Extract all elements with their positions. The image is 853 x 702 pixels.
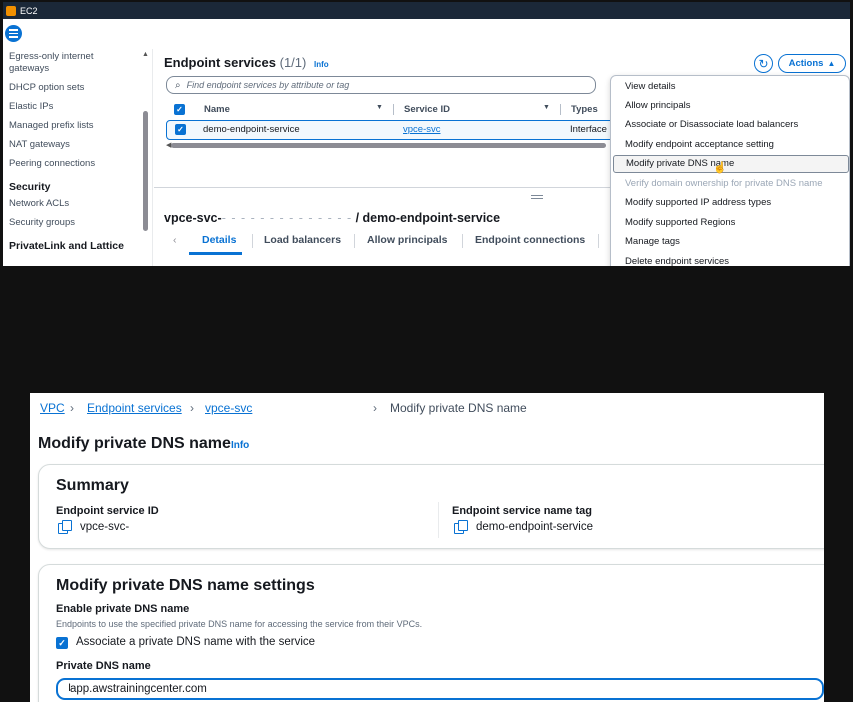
breadcrumb-endpoint-services[interactable]: Endpoint services xyxy=(87,401,182,415)
actions-label: Actions xyxy=(788,58,824,69)
enable-private-dns-description: Endpoints to use the specified private D… xyxy=(56,619,423,629)
menu-item-modify-private-dns-name[interactable]: Modify private DNS name xyxy=(613,155,849,173)
page-title: Modify private DNS nameInfo xyxy=(38,435,249,453)
table-row[interactable]: ✓ demo-endpoint-service vpce-svc Interfa… xyxy=(166,120,616,140)
info-link[interactable]: Info xyxy=(314,60,329,69)
endpoint-services-search-input[interactable]: ⌕ Find endpoint services by attribute or… xyxy=(166,76,596,94)
enable-private-dns-label: Enable private DNS name xyxy=(56,603,190,615)
scroll-up-arrow-icon[interactable]: ▲ xyxy=(142,51,149,58)
chevron-right-icon: › xyxy=(190,401,194,415)
caret-up-icon: ▲ xyxy=(827,59,836,68)
window-title: EC2 xyxy=(20,5,38,16)
refresh-icon: ↻ xyxy=(758,56,769,71)
text-cursor-icon: I xyxy=(68,682,72,694)
detail-title: vpce-svc-- - - - - - - - - - - - - - / d… xyxy=(164,211,500,225)
nav-item-egress-only-internet-gateways[interactable]: Egress-only internet gateways xyxy=(3,49,128,77)
endpoint-service-id-label: Endpoint service ID xyxy=(56,505,159,517)
hand-cursor-icon: ☝ xyxy=(713,162,727,174)
menu-item-modify-ip-address-types[interactable]: Modify supported IP address types xyxy=(613,194,849,212)
breadcrumb-current: Modify private DNS name xyxy=(390,401,527,415)
selection-count: (1/1) xyxy=(279,55,307,70)
actions-dropdown-menu: View details Allow principals Associate … xyxy=(610,75,850,266)
resize-handle-icon[interactable] xyxy=(531,195,543,199)
chevron-right-icon: › xyxy=(70,401,74,415)
column-name[interactable]: Name xyxy=(204,104,230,115)
detail-title-suffix: / demo-endpoint-service xyxy=(352,211,501,225)
modify-private-dns-page: VPC › Endpoint services › vpce-svc › Mod… xyxy=(30,393,824,702)
hamburger-menu-icon[interactable] xyxy=(5,25,22,42)
breadcrumb-vpce-svc[interactable]: vpce-svc xyxy=(205,401,252,415)
settings-title: Modify private DNS name settings xyxy=(56,577,315,594)
private-dns-name-input[interactable] xyxy=(56,678,824,700)
endpoint-service-name-tag-label: Endpoint service name tag xyxy=(452,505,592,517)
search-icon: ⌕ xyxy=(175,79,181,91)
tab-load-balancers[interactable]: Load balancers xyxy=(264,234,341,246)
nav-item-peering-connections[interactable]: Peering connections xyxy=(3,156,152,172)
name-tag-text: demo-endpoint-service xyxy=(476,520,593,533)
ec2-console-window: EC2 Egress-only internet gateways DHCP o… xyxy=(3,2,850,266)
sort-caret-icon[interactable]: ▼ xyxy=(543,104,550,111)
tab-allow-principals[interactable]: Allow principals xyxy=(367,234,448,246)
table-horizontal-scrollbar[interactable] xyxy=(171,143,606,148)
sort-caret-icon[interactable]: ▼ xyxy=(376,104,383,111)
row-service-id-link[interactable]: vpce-svc xyxy=(403,124,440,135)
page-info-link[interactable]: Info xyxy=(231,440,249,451)
select-all-checkbox[interactable]: ✓ xyxy=(174,104,185,115)
detail-title-prefix: vpce-svc- xyxy=(164,211,222,225)
breadcrumb-vpc[interactable]: VPC xyxy=(40,401,65,415)
row-name: demo-endpoint-service xyxy=(203,124,300,135)
nav-item-elastic-ips[interactable]: Elastic IPs xyxy=(3,99,152,115)
private-dns-settings-card: Modify private DNS name settings Enable … xyxy=(38,564,824,702)
nav-section-privatelink: PrivateLink and Lattice xyxy=(9,240,124,252)
copy-icon[interactable] xyxy=(58,520,72,534)
search-placeholder: Find endpoint services by attribute or t… xyxy=(186,80,350,90)
tab-endpoint-connections[interactable]: Endpoint connections xyxy=(475,234,585,246)
row-checkbox[interactable]: ✓ xyxy=(175,124,186,135)
aws-app-icon xyxy=(6,5,16,16)
endpoint-services-heading: Endpoint services (1/1) Info xyxy=(164,55,329,70)
associate-dns-checkbox[interactable]: ✓ xyxy=(56,637,68,649)
menu-item-view-details[interactable]: View details xyxy=(613,78,849,96)
endpoint-service-id-value: vpce-svc- xyxy=(58,520,130,534)
left-navigation: Egress-only internet gateways DHCP optio… xyxy=(3,49,153,266)
copy-icon[interactable] xyxy=(454,520,468,534)
service-id-text: vpce-svc- xyxy=(80,520,130,533)
summary-title: Summary xyxy=(56,477,129,494)
column-types[interactable]: Types xyxy=(571,104,598,115)
menu-item-verify-domain-ownership: Verify domain ownership for private DNS … xyxy=(625,178,823,189)
menu-item-allow-principals[interactable]: Allow principals xyxy=(613,97,849,115)
table-header: ✓ Name ▼ Service ID ▼ Types xyxy=(166,100,616,118)
window-titlebar: EC2 xyxy=(3,2,850,19)
row-type: Interface xyxy=(570,124,607,135)
nav-item-nat-gateways[interactable]: NAT gateways xyxy=(3,137,152,153)
redacted-id: - - - - - - - - - - - - - - xyxy=(221,211,353,225)
refresh-button[interactable]: ↻ xyxy=(754,54,773,73)
actions-button[interactable]: Actions ▲ xyxy=(778,54,846,73)
summary-card: Summary Endpoint service ID vpce-svc- En… xyxy=(38,464,824,549)
nav-item-dhcp-option-sets[interactable]: DHCP option sets xyxy=(3,80,152,96)
menu-item-manage-tags[interactable]: Manage tags xyxy=(613,233,849,251)
nav-item-security-groups[interactable]: Security groups xyxy=(3,215,152,231)
menu-item-delete-endpoint-services[interactable]: Delete endpoint services xyxy=(613,253,849,266)
nav-scroll-thumb[interactable] xyxy=(143,111,148,231)
chevron-left-icon[interactable]: ‹ xyxy=(173,234,177,246)
endpoint-services-title: Endpoint services xyxy=(164,55,276,70)
page-title-text: Modify private DNS name xyxy=(38,435,231,452)
detail-tabs: ‹ Details Load balancers Allow principal… xyxy=(164,230,644,255)
nav-scrollbar[interactable]: ▲ xyxy=(142,49,150,266)
menu-item-associate-load-balancers[interactable]: Associate or Disassociate load balancers xyxy=(613,116,849,134)
nav-item-managed-prefix-lists[interactable]: Managed prefix lists xyxy=(3,118,152,134)
menu-item-modify-acceptance-setting[interactable]: Modify endpoint acceptance setting xyxy=(613,136,849,154)
nav-item-network-acls[interactable]: Network ACLs xyxy=(3,196,152,212)
private-dns-name-label: Private DNS name xyxy=(56,660,151,672)
menu-item-modify-supported-regions[interactable]: Modify supported Regions xyxy=(613,214,849,232)
tab-details[interactable]: Details xyxy=(202,234,236,246)
chevron-right-icon: › xyxy=(373,401,377,415)
nav-section-security: Security xyxy=(9,181,51,193)
associate-dns-checkbox-label[interactable]: Associate a private DNS name with the se… xyxy=(76,636,315,648)
column-service-id[interactable]: Service ID xyxy=(404,104,450,115)
endpoint-service-name-tag-value: demo-endpoint-service xyxy=(454,520,593,534)
